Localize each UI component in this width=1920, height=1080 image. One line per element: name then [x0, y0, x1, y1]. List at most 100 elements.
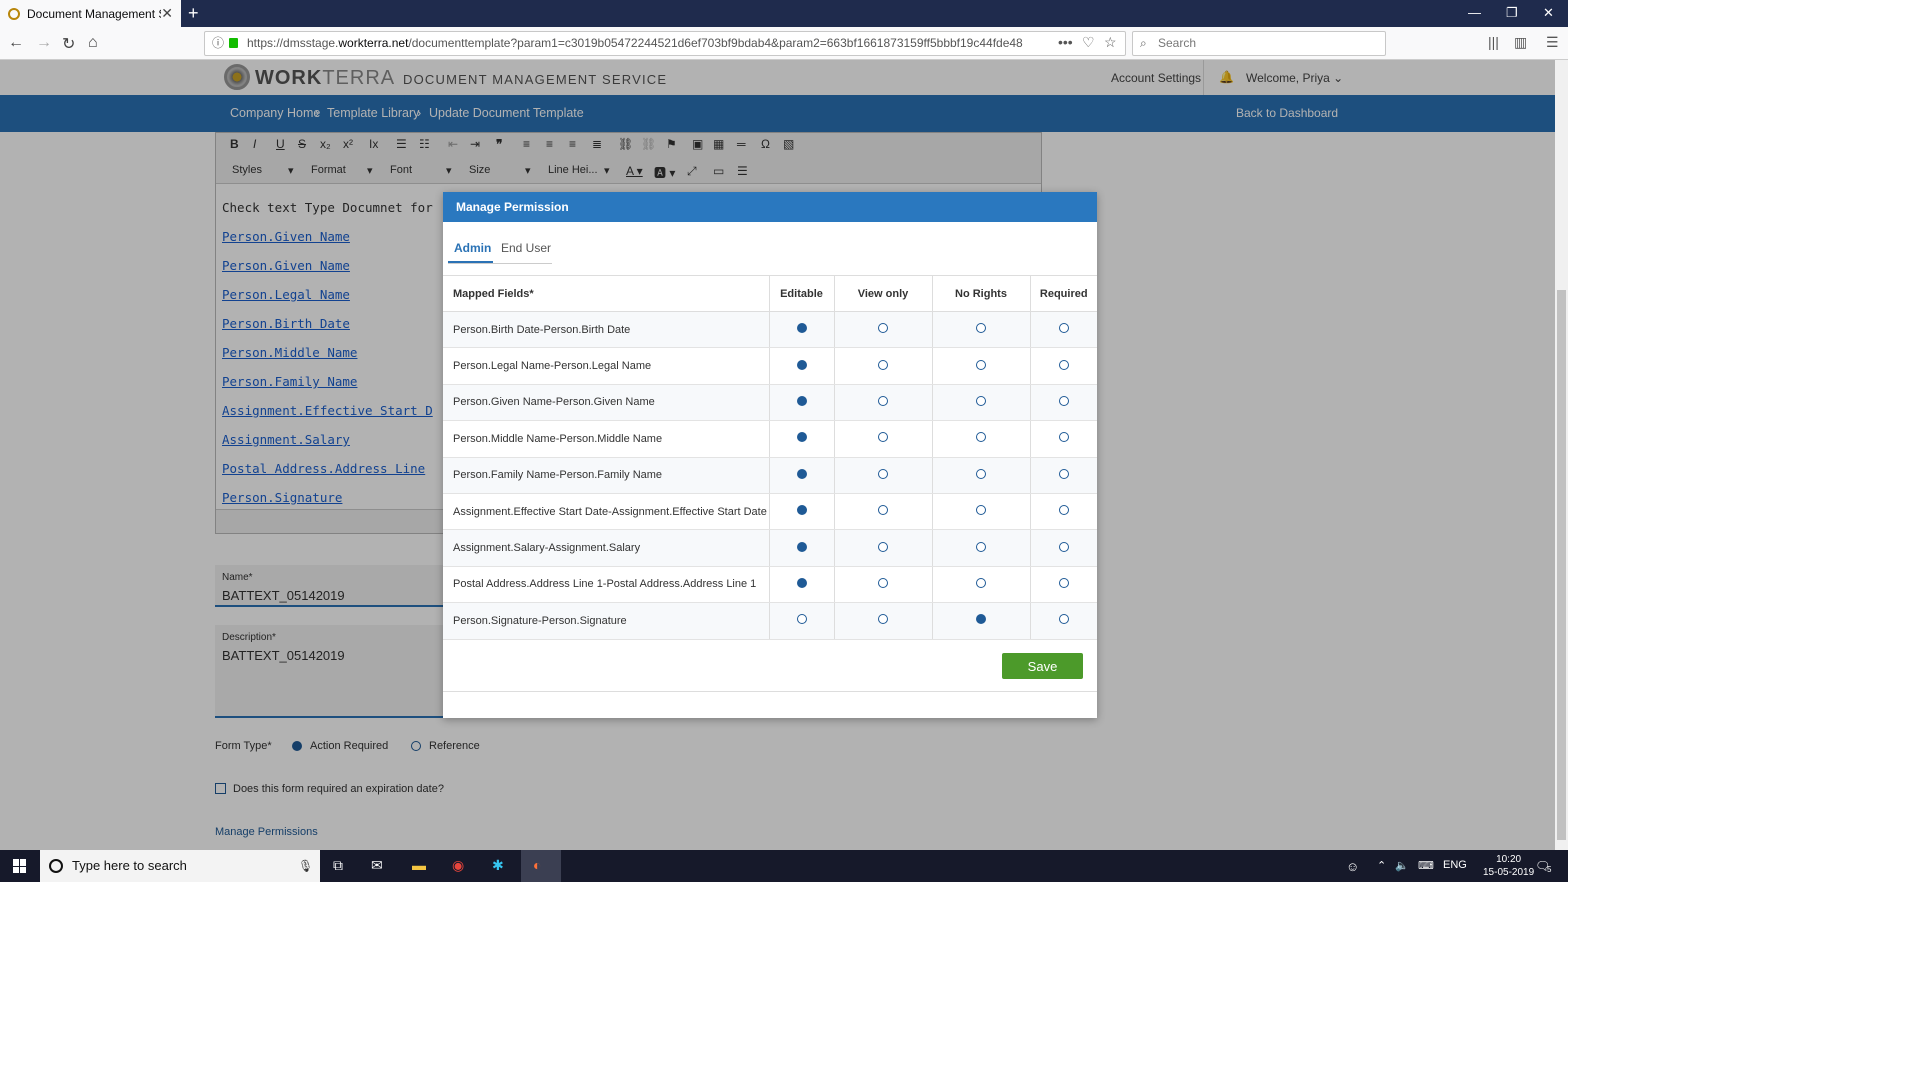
- new-tab-icon[interactable]: +: [188, 3, 199, 24]
- cell-editable: [768, 493, 834, 531]
- permission-radio-editable[interactable]: [796, 468, 807, 479]
- cell-editable: [768, 347, 834, 385]
- cell-view-only: [833, 384, 932, 422]
- close-window-icon[interactable]: ✕: [1543, 5, 1554, 21]
- permission-radio-no-rights[interactable]: [976, 505, 986, 516]
- back-arrow-icon[interactable]: ←: [8, 34, 24, 52]
- firefox-icon: ◐: [533, 857, 542, 873]
- reload-icon[interactable]: ↻: [62, 34, 75, 54]
- firefox-taskbar-button[interactable]: ◐: [521, 850, 561, 882]
- cell-required: [1029, 384, 1097, 422]
- restore-icon[interactable]: ❐: [1506, 5, 1518, 21]
- permission-radio-required[interactable]: [1058, 432, 1069, 443]
- permission-radio-required[interactable]: [1058, 468, 1069, 479]
- col-no-rights: No Rights: [931, 275, 1030, 312]
- permission-table: Mapped Fields* Editable View only No Rig…: [443, 275, 1097, 640]
- browser-tab-bar: Document Management Servic ✕ + — ❐ ✕: [0, 0, 1568, 27]
- taskbar-clock[interactable]: 10:20 15-05-2019: [1483, 853, 1534, 879]
- mapped-field-name: Person.Birth Date-Person.Birth Date: [443, 311, 769, 349]
- cortana-icon: [49, 859, 63, 873]
- people-icon[interactable]: ☺: [1346, 859, 1359, 874]
- mail-icon[interactable]: ✉: [371, 857, 383, 874]
- permission-radio-no-rights[interactable]: [976, 432, 986, 443]
- permission-radio-required[interactable]: [1058, 614, 1069, 625]
- task-view-icon[interactable]: ⧉: [333, 857, 343, 874]
- permission-radio-editable[interactable]: [796, 323, 807, 334]
- slack-icon[interactable]: ✱: [492, 857, 504, 874]
- tray-chevron-up-icon[interactable]: ⌃: [1377, 859, 1386, 872]
- permission-radio-editable[interactable]: [796, 614, 807, 625]
- scrollbar-thumb[interactable]: [1557, 290, 1566, 840]
- permission-radio-no-rights[interactable]: [976, 359, 986, 370]
- permission-radio-required[interactable]: [1058, 577, 1069, 588]
- taskbar-search-placeholder: Type here to search: [72, 858, 187, 873]
- minimize-icon[interactable]: —: [1468, 5, 1481, 20]
- browser-search-input[interactable]: ⌕ Search: [1132, 31, 1386, 56]
- table-row: Person.Middle Name-Person.Middle Name: [443, 420, 1097, 458]
- language-indicator[interactable]: ENG: [1443, 859, 1467, 871]
- bookmark-star-icon[interactable]: ☆: [1104, 34, 1117, 51]
- permission-radio-no-rights[interactable]: [976, 468, 986, 479]
- permission-radio-required[interactable]: [1058, 359, 1069, 370]
- microphone-icon[interactable]: 🎙: [298, 850, 313, 882]
- permission-radio-view-only[interactable]: [878, 395, 888, 406]
- permission-radio-view-only[interactable]: [878, 359, 888, 370]
- permission-radio-required[interactable]: [1058, 541, 1069, 552]
- permission-radio-required[interactable]: [1058, 505, 1069, 516]
- keyboard-icon[interactable]: ⌨: [1418, 859, 1434, 872]
- pocket-icon[interactable]: ♡: [1082, 34, 1095, 51]
- cell-no-rights: [931, 420, 1030, 458]
- volume-icon[interactable]: 🔈: [1395, 859, 1409, 872]
- mapped-field-name: Person.Signature-Person.Signature: [443, 602, 769, 640]
- cell-view-only: [833, 311, 932, 349]
- permission-radio-view-only[interactable]: [878, 432, 888, 443]
- permission-radio-view-only[interactable]: [878, 468, 888, 479]
- cell-no-rights: [931, 602, 1030, 640]
- table-row: Person.Signature-Person.Signature: [443, 602, 1097, 640]
- page-actions-icon[interactable]: •••: [1058, 34, 1073, 50]
- permission-radio-editable[interactable]: [796, 505, 807, 516]
- permission-radio-editable[interactable]: [796, 359, 807, 370]
- close-tab-icon[interactable]: ✕: [161, 5, 173, 22]
- permission-radio-editable[interactable]: [796, 541, 807, 552]
- permission-radio-editable[interactable]: [796, 577, 807, 588]
- permission-radio-view-only[interactable]: [878, 577, 888, 588]
- permission-radio-no-rights[interactable]: [976, 323, 986, 334]
- permission-radio-view-only[interactable]: [878, 505, 888, 516]
- chrome-icon[interactable]: ◉: [452, 857, 464, 874]
- sidebar-icon[interactable]: ▥: [1514, 34, 1527, 51]
- permission-radio-no-rights[interactable]: [976, 577, 986, 588]
- save-button[interactable]: Save: [1002, 653, 1083, 679]
- url-bar[interactable]: ⓘ https://dmsstage.workterra.net/documen…: [204, 31, 1126, 56]
- permission-radio-no-rights[interactable]: [976, 395, 986, 406]
- tab-end-user[interactable]: End User: [501, 241, 551, 255]
- permission-radio-view-only[interactable]: [878, 323, 888, 334]
- permission-radio-required[interactable]: [1058, 395, 1069, 406]
- forward-arrow-icon[interactable]: →: [36, 34, 52, 52]
- page-scrollbar[interactable]: [1555, 60, 1568, 850]
- permission-radio-no-rights[interactable]: [976, 541, 986, 552]
- taskbar-search-input[interactable]: Type here to search 🎙: [40, 850, 320, 882]
- permission-radio-no-rights[interactable]: [976, 614, 986, 625]
- permission-radio-editable[interactable]: [796, 395, 807, 406]
- col-mapped-fields: Mapped Fields*: [443, 275, 769, 312]
- windows-start-icon[interactable]: [13, 859, 27, 873]
- home-icon[interactable]: ⌂: [88, 34, 98, 52]
- table-row: Assignment.Salary-Assignment.Salary: [443, 529, 1097, 567]
- file-explorer-icon[interactable]: ▬: [412, 857, 426, 873]
- permission-radio-required[interactable]: [1058, 323, 1069, 334]
- permission-radio-view-only[interactable]: [878, 614, 888, 625]
- col-editable: Editable: [768, 275, 834, 312]
- cell-editable: [768, 566, 834, 604]
- permission-radio-editable[interactable]: [796, 432, 807, 443]
- info-icon[interactable]: ⓘ: [212, 32, 224, 55]
- permission-radio-view-only[interactable]: [878, 541, 888, 552]
- tab-admin[interactable]: Admin: [454, 241, 491, 255]
- active-tab-indicator: [448, 261, 493, 263]
- notification-count: 5: [1547, 865, 1552, 874]
- cell-view-only: [833, 457, 932, 494]
- menu-icon[interactable]: ☰: [1546, 34, 1559, 51]
- library-icon[interactable]: |||: [1488, 34, 1499, 50]
- table-row: Person.Given Name-Person.Given Name: [443, 384, 1097, 422]
- browser-tab[interactable]: Document Management Servic ✕: [0, 0, 181, 27]
